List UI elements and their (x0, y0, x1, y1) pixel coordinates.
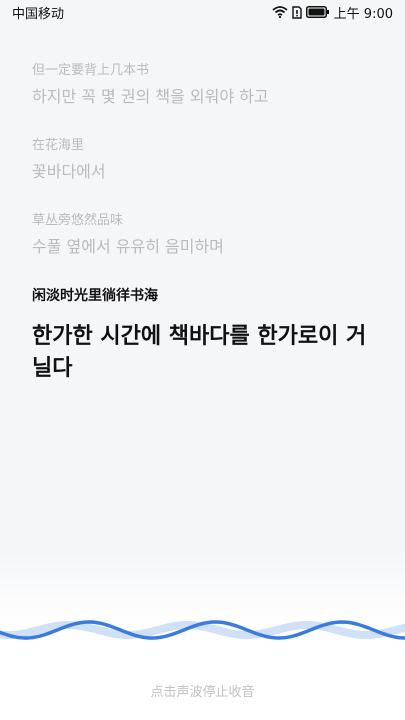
active-translation-text: 한가한 시간에 책바다를 한가로이 거닐다 (32, 324, 367, 381)
source-text: 在花海里 (32, 138, 85, 153)
transcript-entry: 在花海里 꽃바다에서 (32, 135, 381, 185)
sim-card-icon (291, 5, 302, 19)
translation-text: 하지만 꼭 몇 권의 책을 외워야 하고 (32, 87, 269, 106)
wifi-icon (272, 6, 288, 18)
status-bar: 中国移动 上午 9:00 (0, 0, 405, 24)
translation-text: 꽃바다에서 (32, 162, 106, 181)
translation-text: 수풀 옆에서 유유히 음미하며 (32, 237, 224, 256)
transcript-list: 但一定要背上几本书 하지만 꼭 몇 권의 책을 외워야 하고 在花海里 꽃바다에… (32, 60, 381, 410)
battery-icon (305, 6, 330, 18)
active-transcript-entry: 闲淡时光里徜徉书海 한가한 시간에 책바다를 한가로이 거닐다 (32, 285, 381, 385)
transcript-entry: 草丛旁悠然品味 수풀 옆에서 유유히 음미하며 (32, 210, 381, 260)
clock: 上午 9:00 (333, 6, 393, 22)
sound-wave[interactable] (0, 600, 405, 660)
carrier-name: 中国移动 (12, 6, 65, 22)
status-icons: 上午 9:00 (272, 3, 393, 22)
source-text: 但一定要背上几本书 (32, 63, 150, 78)
transcript-entry: 但一定要背上几本书 하지만 꼭 몇 권의 책을 외워야 하고 (32, 60, 381, 110)
voice-input-area: 点击声波停止收音 (0, 550, 405, 720)
source-text: 草丛旁悠然品味 (32, 213, 124, 228)
stop-recording-label[interactable]: 点击声波停止收音 (0, 681, 405, 700)
active-source-text: 闲淡时光里徜徉书海 (32, 288, 158, 304)
